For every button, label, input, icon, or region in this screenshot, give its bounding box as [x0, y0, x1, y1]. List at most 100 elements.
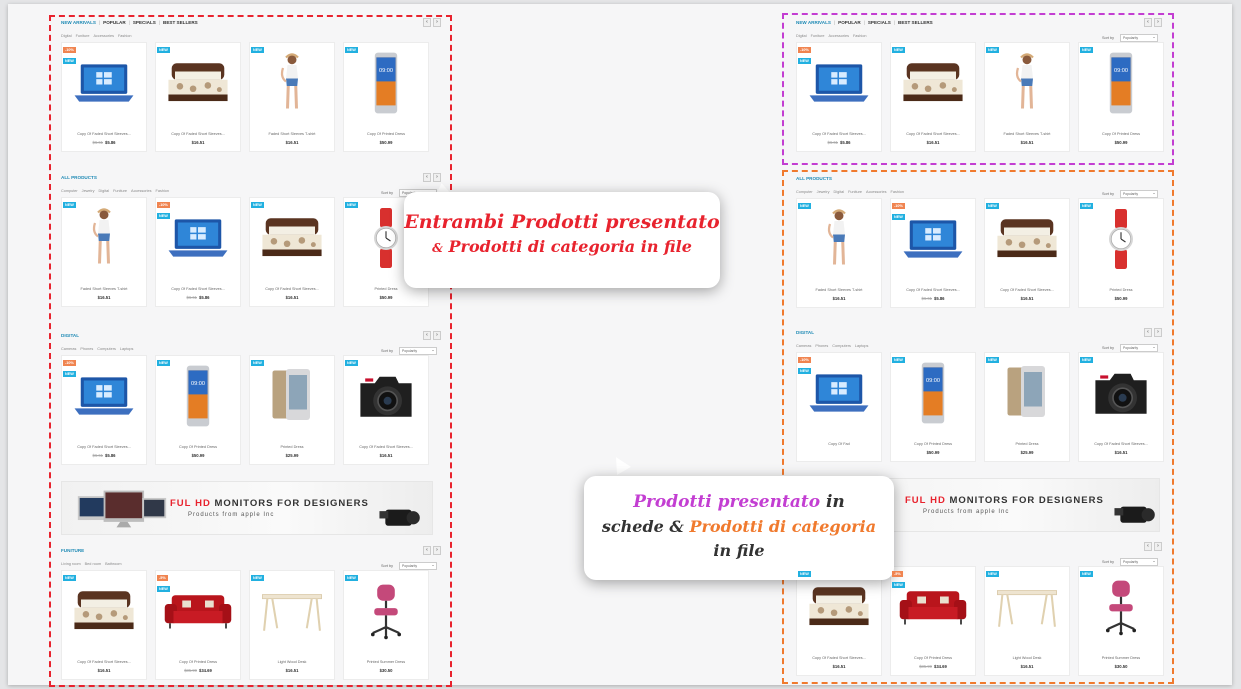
- bed-image[interactable]: [62, 571, 146, 651]
- monitors-banner[interactable]: FUL HD MONITORS FOR DESIGNERS Products f…: [61, 481, 433, 535]
- product-name[interactable]: Faded Short Sleeves T-shirt: [250, 132, 334, 136]
- product-card[interactable]: NEW Copy Of Faded Short Sleeves... $16.5…: [155, 42, 241, 152]
- product-name[interactable]: Copy Of Faded Short Sleeves...: [891, 132, 975, 136]
- phone-image[interactable]: [891, 353, 975, 433]
- product-name[interactable]: Copy Of Faded Short Sleeves...: [344, 445, 428, 449]
- subtab-fashion[interactable]: Fashion: [853, 34, 867, 38]
- product-card[interactable]: NEW Faded Short Sleeves T-shirt $16.51: [249, 42, 335, 152]
- tab-best-sellers[interactable]: BEST SELLERS: [898, 20, 933, 25]
- subtab-computers[interactable]: Computers: [832, 344, 851, 348]
- product-name[interactable]: Copy Of Printed Dress: [156, 660, 240, 664]
- product-name[interactable]: Printed Dress: [985, 442, 1069, 446]
- product-name[interactable]: Copy Of Printed Dress: [156, 445, 240, 449]
- product-card[interactable]: NEW Copy Of Printed Dress $50.99: [890, 352, 976, 462]
- subtab-living-room[interactable]: Living room: [61, 562, 81, 566]
- subtab-computers[interactable]: Computers: [97, 347, 116, 351]
- product-name[interactable]: Copy Of Printed Dress: [1079, 132, 1163, 136]
- phone-image[interactable]: [344, 43, 428, 123]
- subtab-jewelry[interactable]: Jewelry: [817, 190, 830, 194]
- prev-arrow-icon[interactable]: ‹: [423, 546, 431, 555]
- subtab-bed-room[interactable]: Bed room: [85, 562, 101, 566]
- product-card[interactable]: -5% NEW Copy Of Printed Dress $35.99 $34.…: [155, 570, 241, 680]
- sofa-image[interactable]: [156, 571, 240, 651]
- camera-image[interactable]: [344, 356, 428, 436]
- bed-image[interactable]: [156, 43, 240, 123]
- sort-select[interactable]: Popularity: [399, 562, 437, 570]
- office-chair-image[interactable]: [1079, 567, 1163, 647]
- product-name[interactable]: Copy Of Printed Dress: [891, 656, 975, 660]
- desk-image[interactable]: [250, 571, 334, 651]
- product-card[interactable]: NEW Light Wood Desk $16.51: [249, 570, 335, 680]
- product-card[interactable]: NEW Printed Summer Dress $30.50: [1078, 566, 1164, 676]
- subtab-accessories[interactable]: Accessories: [866, 190, 886, 194]
- office-chair-image[interactable]: [344, 571, 428, 651]
- product-card[interactable]: NEW Copy Of Faded Short Sleeves... $16.5…: [61, 570, 147, 680]
- laptop-image[interactable]: [62, 43, 146, 123]
- product-card[interactable]: -10% NEW Copy Of Fad: [796, 352, 882, 462]
- product-name[interactable]: Copy Of Faded Short Sleeves...: [156, 287, 240, 291]
- product-card[interactable]: NEW Printed Dress $25.99: [249, 355, 335, 465]
- tab-new-arrivals[interactable]: NEW ARRIVALS: [61, 20, 96, 25]
- girl-tshirt-image[interactable]: [797, 199, 881, 279]
- prev-arrow-icon[interactable]: ‹: [1144, 328, 1152, 337]
- prev-arrow-icon[interactable]: ‹: [423, 18, 431, 27]
- laptop-image[interactable]: [797, 353, 881, 433]
- product-name[interactable]: Copy Of Fad: [797, 442, 881, 446]
- subtab-cameras[interactable]: Cameras: [796, 344, 811, 348]
- next-arrow-icon[interactable]: ›: [1154, 18, 1162, 27]
- product-name[interactable]: Copy Of Faded Short Sleeves...: [1079, 442, 1163, 446]
- laptop-image[interactable]: [62, 356, 146, 436]
- subtab-funiture[interactable]: Funiture: [76, 34, 90, 38]
- subtab-digital[interactable]: Digital: [99, 189, 110, 193]
- subtab-computer[interactable]: Computer: [61, 189, 78, 193]
- next-arrow-icon[interactable]: ›: [1154, 542, 1162, 551]
- next-arrow-icon[interactable]: ›: [1154, 328, 1162, 337]
- product-card[interactable]: NEW Copy Of Faded Short Sleeves... $16.5…: [249, 197, 335, 307]
- sort-select[interactable]: Popularity: [1120, 558, 1158, 566]
- product-card[interactable]: -10% NEW Copy Of Faded Short Sleeves... …: [155, 197, 241, 307]
- product-name[interactable]: Light Wood Desk: [985, 656, 1069, 660]
- product-card[interactable]: NEW Printed Dress $50.99: [1078, 198, 1164, 308]
- subtab-funiture[interactable]: Funiture: [811, 34, 825, 38]
- subtab-laptops[interactable]: Laptops: [120, 347, 134, 351]
- product-card[interactable]: NEW Copy Of Faded Short Sleeves... $16.5…: [343, 355, 429, 465]
- product-name[interactable]: Copy Of Faded Short Sleeves...: [797, 656, 881, 660]
- product-card[interactable]: NEW Printed Dress $25.99: [984, 352, 1070, 462]
- tab-popular[interactable]: POPULAR: [838, 20, 860, 25]
- bed-image[interactable]: [891, 43, 975, 123]
- product-card[interactable]: NEW Faded Short Sleeves T-shirt $16.51: [796, 198, 882, 308]
- phone-image[interactable]: [156, 356, 240, 436]
- htc-phone-image[interactable]: [985, 353, 1069, 433]
- next-arrow-icon[interactable]: ›: [433, 546, 441, 555]
- product-card[interactable]: NEW Copy Of Faded Short Sleeves... $16.5…: [984, 198, 1070, 308]
- subtab-digital[interactable]: Digital: [834, 190, 845, 194]
- product-card[interactable]: NEW Copy Of Faded Short Sleeves... $16.5…: [890, 42, 976, 152]
- bed-image[interactable]: [985, 199, 1069, 279]
- product-card[interactable]: -10% NEW Copy Of Faded Short Sleeves... …: [796, 42, 882, 152]
- product-name[interactable]: Copy Of Printed Dress: [344, 132, 428, 136]
- subtab-phones[interactable]: Phones: [815, 344, 828, 348]
- tab-specials[interactable]: SPECIALS: [133, 20, 156, 25]
- product-name[interactable]: Copy Of Faded Short Sleeves...: [156, 132, 240, 136]
- sort-select[interactable]: Popularity: [399, 347, 437, 355]
- subtab-cameras[interactable]: Cameras: [61, 347, 76, 351]
- laptop-image[interactable]: [156, 198, 240, 278]
- product-name[interactable]: Faded Short Sleeves T-shirt: [985, 132, 1069, 136]
- product-name[interactable]: Light Wood Desk: [250, 660, 334, 664]
- product-name[interactable]: Printed Summer Dress: [1079, 656, 1163, 660]
- product-name[interactable]: Copy Of Faded Short Sleeves...: [62, 660, 146, 664]
- product-card[interactable]: -10% NEW Copy Of Faded Short Sleeves... …: [61, 42, 147, 152]
- tab-new-arrivals[interactable]: NEW ARRIVALS: [796, 20, 831, 25]
- subtab-accessories[interactable]: Accessories: [131, 189, 151, 193]
- phone-image[interactable]: [1079, 43, 1163, 123]
- subtab-phones[interactable]: Phones: [80, 347, 93, 351]
- subtab-jewelry[interactable]: Jewelry: [82, 189, 95, 193]
- laptop-image[interactable]: [797, 43, 881, 123]
- subtab-digital[interactable]: Digital: [61, 34, 72, 38]
- subtab-funiture[interactable]: Funiture: [113, 189, 127, 193]
- next-arrow-icon[interactable]: ›: [433, 173, 441, 182]
- subtab-computer[interactable]: Computer: [796, 190, 813, 194]
- sort-select[interactable]: Popularity: [1120, 190, 1158, 198]
- sofa-image[interactable]: [891, 567, 975, 647]
- girl-tshirt-image[interactable]: [985, 43, 1069, 123]
